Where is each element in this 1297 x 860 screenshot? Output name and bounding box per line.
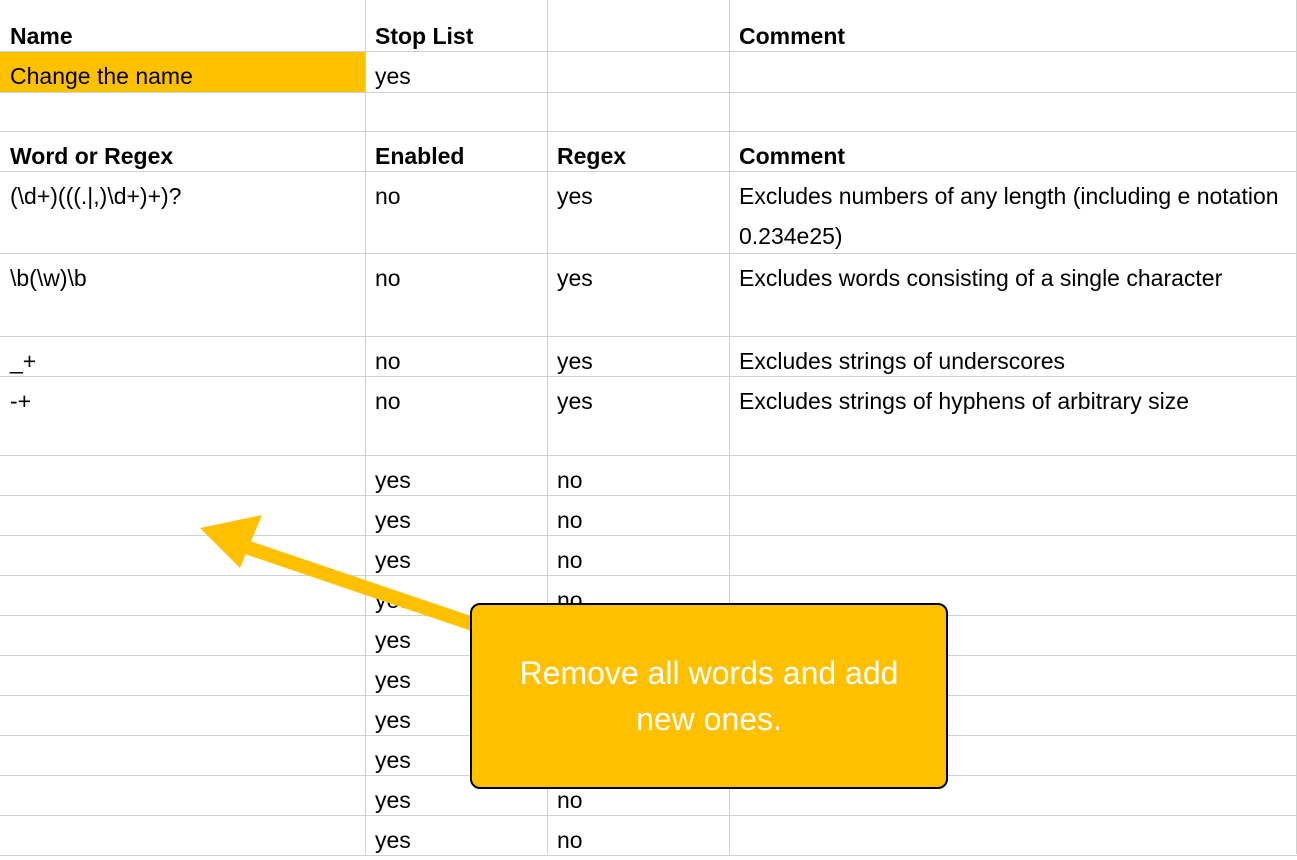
callout-box: Remove all words and add new ones.	[470, 603, 948, 789]
callout-text: Remove all words and add new ones.	[519, 655, 899, 737]
